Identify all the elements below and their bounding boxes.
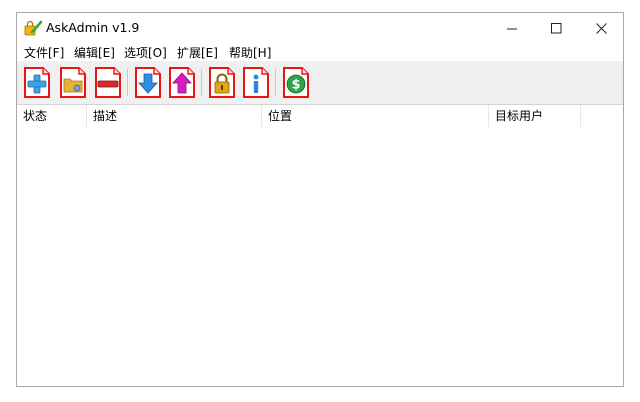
menu-help[interactable]: 帮助[H] [228,44,272,61]
arrow-up-icon[interactable] [168,67,196,98]
maximize-icon [550,22,561,33]
menu-edit[interactable]: 编辑[E] [73,44,116,61]
dollar-icon[interactable]: $ [282,67,310,98]
title-bar[interactable]: AskAdmin v1.9 [17,13,623,43]
menu-file[interactable]: 文件[F] [23,44,65,61]
toolbar-separator [127,69,128,96]
menu-options[interactable]: 选项[O] [123,44,168,61]
close-icon [595,22,607,34]
column-header-target-user[interactable]: 目标用户 [489,105,581,127]
app-logo-icon [24,20,42,36]
list-view[interactable]: 状态 描述 位置 目标用户 [17,104,623,386]
column-header-status[interactable]: 状态 [17,105,87,127]
app-window: AskAdmin v1.9 文件[F] 编辑[E] 选项[O] 扩展[E] 帮助… [16,12,624,387]
menu-extensions[interactable]: 扩展[E] [176,44,219,61]
column-header-description[interactable]: 描述 [87,105,262,127]
maximize-button[interactable] [534,13,578,43]
close-button[interactable] [579,13,623,43]
window-title: AskAdmin v1.9 [46,20,140,35]
info-icon[interactable] [242,67,270,98]
toolbar-separator [275,69,276,96]
minimize-icon [506,28,517,29]
remove-file-icon[interactable] [94,67,122,98]
menu-bar: 文件[F] 编辑[E] 选项[O] 扩展[E] 帮助[H] [17,43,623,61]
toolbar: $ [17,61,623,104]
column-header-location[interactable]: 位置 [262,105,489,127]
add-file-icon[interactable] [23,67,51,98]
toolbar-separator [201,69,202,96]
folder-file-icon[interactable] [59,67,87,98]
arrow-down-icon[interactable] [134,67,162,98]
svg-text:$: $ [291,78,300,93]
lock-icon[interactable] [208,67,236,98]
minimize-button[interactable] [490,13,534,43]
